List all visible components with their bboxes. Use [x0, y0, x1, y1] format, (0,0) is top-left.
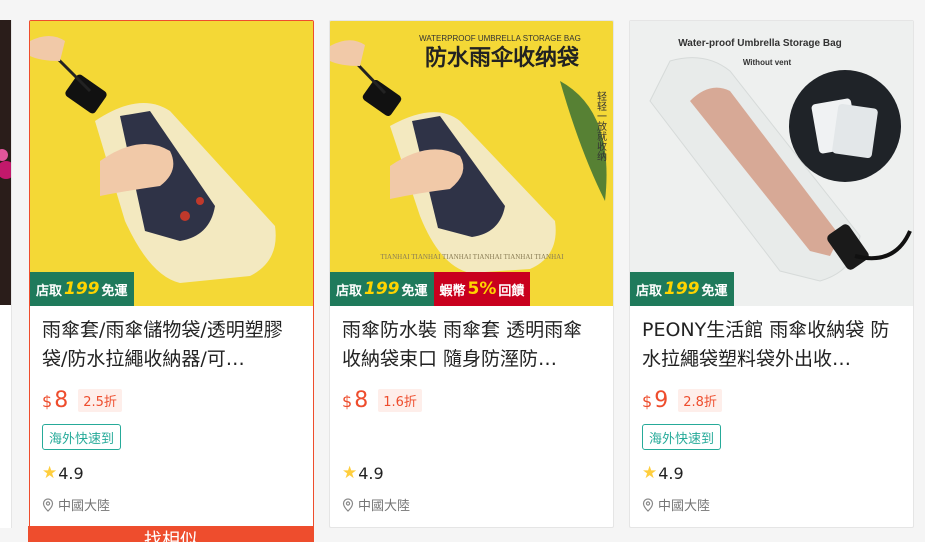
promo-badges: 店取 199 免運 [630, 272, 734, 306]
product-card[interactable]: 店取 199 免運 雨傘套/雨傘儲物袋/透明塑膠袋/防水拉繩收納器/可… $8 … [29, 20, 314, 528]
product-rating: ★ 4.9 [642, 463, 684, 483]
product-location: 中國大陸 [342, 495, 601, 514]
product-grid: 店取 199 免運 雨傘套/雨傘儲物袋/透明塑膠袋/防水拉繩收納器/可… $8 … [0, 0, 925, 542]
free-shipping-badge: 店取 199 免運 [330, 272, 434, 306]
discount-badge: 2.8折 [678, 388, 722, 412]
product-location: 中國大陸 [642, 495, 901, 514]
image-heading-zh: 防水雨伞收纳袋 [425, 45, 580, 71]
image-subheading-en: Without vent [743, 58, 792, 67]
free-shipping-badge: 店取 199 免運 [30, 272, 134, 306]
star-icon: ★ [642, 463, 658, 483]
discount-badge: 1.6折 [378, 388, 422, 412]
promo-badges: 店取 199 免運 蝦幣 5% 回饋 [330, 272, 531, 306]
product-image[interactable]: 店取 199 免運 [30, 21, 313, 306]
image-heading-en: Water-proof Umbrella Storage Bag [678, 38, 842, 49]
image-heading-en: WATERPROOF UMBRELLA STORAGE BAG [419, 34, 581, 43]
product-rating: ★ 4.9 [342, 463, 384, 483]
coin-cashback-badge: 蝦幣 5% 回饋 [433, 272, 531, 306]
product-title[interactable]: PEONY生活館 雨傘收納袋 防水拉繩袋塑料袋外出收… [642, 316, 901, 374]
free-shipping-badge: 店取 199 免運 [630, 272, 734, 306]
promo-badges: 店取 199 免運 [30, 272, 134, 306]
product-card[interactable]: WATERPROOF UMBRELLA STORAGE BAG 防水雨伞收纳袋 … [329, 20, 614, 528]
find-similar-button[interactable]: 找相似 [28, 526, 314, 542]
partial-product-image [0, 20, 11, 305]
product-title[interactable]: 雨傘套/雨傘儲物袋/透明塑膠袋/防水拉繩收納器/可… [42, 316, 301, 374]
product-card[interactable]: Water-proof Umbrella Storage Bag Without… [629, 20, 914, 528]
star-icon: ★ [42, 463, 58, 483]
partial-product-card[interactable] [0, 20, 12, 528]
overseas-fast-delivery-tag: 海外快速到 [642, 424, 722, 450]
product-image[interactable]: WATERPROOF UMBRELLA STORAGE BAG 防水雨伞收纳袋 … [330, 21, 613, 306]
discount-badge: 2.5折 [78, 388, 122, 412]
product-price: $8 [42, 387, 69, 413]
image-side-text: 轻轻一放就收纳 [595, 90, 607, 162]
product-price: $8 [342, 387, 369, 413]
product-rating: ★ 4.9 [42, 463, 84, 483]
product-image[interactable]: Water-proof Umbrella Storage Bag Without… [630, 21, 913, 306]
product-location: 中國大陸 [42, 495, 301, 514]
star-icon: ★ [342, 463, 358, 483]
product-title[interactable]: 雨傘防水裝 雨傘套 透明雨傘收納袋束口 隨身防溼防… [342, 316, 601, 374]
overseas-fast-delivery-tag: 海外快速到 [42, 424, 122, 450]
image-watermark: TIANHAI TIANHAI TIANHAI TIANHAI TIANHAI … [380, 253, 564, 261]
location-pin-icon [342, 497, 354, 512]
location-pin-icon [42, 497, 54, 512]
product-price: $9 [642, 387, 669, 413]
location-pin-icon [642, 497, 654, 512]
